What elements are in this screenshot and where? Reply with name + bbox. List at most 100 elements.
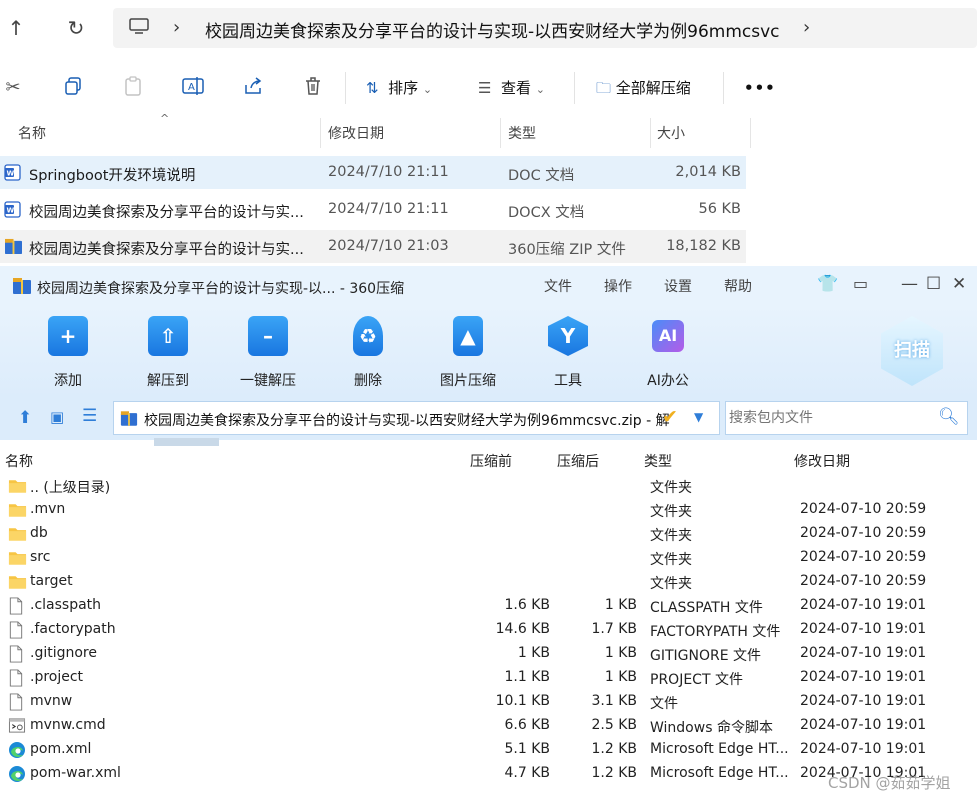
edge-icon [8, 741, 27, 758]
file-row[interactable]: 校园周边美食探索及分享平台的设计与实... 2024/7/10 21:03 360压… [0, 230, 746, 263]
archive-row[interactable]: .project 1.1 KB 1 KB PROJECT 文件 2024-07-10 1… [0, 666, 977, 690]
recycle-bin-icon: ♻ [353, 316, 383, 356]
address-area: ↑ ↻ › 校园周边美食探索及分享平台的设计与实现-以西安财经大学为例96mmc… [0, 0, 977, 56]
chevron-right-icon[interactable]: › [173, 17, 180, 38]
up-arrow-icon[interactable]: ↑ [2, 14, 30, 42]
toolbar: + 添加 ⇧ 解压到 – 一键解压 ♻ 删除 ▲ 图片压缩 Y 工具 AI AI办公 扫描 [0, 306, 977, 398]
archive-row[interactable]: mvnw.cmd 6.6 KB 2.5 KB Windows 命令脚本 2024-07-… [0, 714, 977, 738]
archive-row[interactable]: db 文件夹 2024-07-10 20:59 [0, 522, 977, 546]
column-type[interactable]: 类型 [508, 123, 536, 143]
entry-date: 2024-07-10 19:01 [800, 693, 927, 709]
rename-icon[interactable]: A [181, 76, 205, 100]
archive-path-box[interactable]: 校园周边美食探索及分享平台的设计与实现-以西安财经大学为例96mmcsvc.zi… [113, 401, 720, 435]
column-before[interactable]: 压缩前 [470, 451, 512, 471]
entry-size-after: 1 KB [604, 645, 637, 661]
menu-file[interactable]: 文件 [544, 276, 572, 296]
column-separator[interactable] [320, 118, 321, 148]
entry-name: pom.xml [30, 741, 92, 757]
skin-shirt-icon[interactable]: 👕 [817, 274, 838, 294]
column-modified[interactable]: 修改日期 [328, 123, 384, 143]
column-name[interactable]: 名称 [18, 123, 46, 143]
column-type[interactable]: 类型 [644, 451, 672, 471]
tools-icon: Y [548, 316, 588, 356]
archive-row[interactable]: src 文件夹 2024-07-10 20:59 [0, 546, 977, 570]
chevron-down-icon: ⌄ [422, 83, 433, 96]
one-click-extract-button[interactable]: – 一键解压 [233, 316, 303, 390]
column-size[interactable]: 大小 [657, 123, 685, 143]
refresh-icon[interactable]: ↻ [62, 14, 90, 42]
address-bar[interactable]: › 校园周边美食探索及分享平台的设计与实现-以西安财经大学为例96mmcsvc … [113, 8, 977, 48]
chevron-right-icon[interactable]: › [803, 17, 810, 38]
file-row[interactable]: W Springboot开发环境说明 2024/7/10 21:11 DOC 文档 2,… [0, 156, 746, 189]
archive-row[interactable]: target 文件夹 2024-07-10 20:59 [0, 570, 977, 594]
menu-help[interactable]: 帮助 [724, 276, 752, 296]
archive-row[interactable]: .mvn 文件夹 2024-07-10 20:59 [0, 498, 977, 522]
feedback-icon[interactable]: ▭ [853, 274, 868, 293]
archive-row[interactable]: pom.xml 5.1 KB 1.2 KB Microsoft Edge HT... 2… [0, 738, 977, 762]
entry-size-before: 4.7 KB [504, 765, 551, 781]
entry-name: .classpath [30, 597, 102, 613]
maximize-icon[interactable]: ☐ [926, 274, 941, 294]
file-size: 56 KB [698, 201, 741, 217]
divider [574, 72, 575, 104]
breadcrumb[interactable]: 校园周边美食探索及分享平台的设计与实现-以西安财经大学为例96mmcsvc [205, 17, 780, 42]
more-options-button[interactable]: ••• [744, 76, 776, 100]
entry-size-before: 10.1 KB [495, 693, 550, 709]
view-label: 查看 [501, 79, 532, 97]
up-arrow-icon[interactable]: ⬆ [18, 408, 32, 428]
svg-text:W: W [7, 207, 15, 215]
archive-row[interactable]: .. (上级目录) 文件夹 [0, 474, 977, 498]
one-click-extract-label: 一键解压 [240, 373, 296, 389]
entry-name: db [30, 525, 48, 541]
share-icon[interactable] [241, 76, 265, 100]
entry-size-after: 1.2 KB [591, 765, 638, 781]
horizontal-scrollbar-thumb[interactable] [154, 438, 219, 446]
file-date: 2024/7/10 21:11 [328, 201, 449, 217]
paste-icon[interactable] [121, 76, 145, 100]
entry-type: 文件夹 [650, 552, 692, 568]
archive-row[interactable]: .factorypath 14.6 KB 1.7 KB FACTORYPATH 文件 2… [0, 618, 977, 642]
menu-settings[interactable]: 设置 [664, 276, 692, 296]
ai-office-button[interactable]: AI AI办公 [633, 316, 703, 390]
minimize-icon[interactable]: — [901, 274, 918, 294]
search-icon[interactable]: 🔍︎ [938, 407, 960, 427]
menu-operation[interactable]: 操作 [604, 276, 632, 296]
entry-date: 2024-07-10 19:01 [800, 669, 927, 685]
column-date[interactable]: 修改日期 [794, 451, 850, 471]
window-title: 校园周边美食探索及分享平台的设计与实现-以... - 360压缩 [37, 281, 405, 297]
file-name: 校园周边美食探索及分享平台的设计与实... [29, 242, 304, 258]
column-separator[interactable] [750, 118, 751, 148]
column-name[interactable]: 名称 [5, 451, 33, 471]
delete-icon[interactable] [301, 76, 325, 100]
sort-label: 排序 [388, 79, 419, 97]
list-view-icon[interactable]: ☰ [82, 406, 97, 426]
view-button[interactable]: ☰ 查看 ⌄ [478, 76, 545, 100]
file-row[interactable]: W 校园周边美食探索及分享平台的设计与实... 2024/7/10 21:11 DOC… [0, 193, 746, 226]
copy-icon[interactable] [61, 76, 85, 100]
column-separator[interactable] [500, 118, 501, 148]
cut-icon[interactable]: ✂ [1, 76, 25, 100]
extract-all-button[interactable]: 🗀 全部解压缩 [596, 76, 691, 100]
folder-icon [8, 501, 27, 518]
entry-size-after: 1 KB [604, 669, 637, 685]
close-icon[interactable]: ✕ [952, 274, 966, 294]
image-compress-button[interactable]: ▲ 图片压缩 [433, 316, 503, 390]
archive-row[interactable]: .classpath 1.6 KB 1 KB CLASSPATH 文件 2024-07-… [0, 594, 977, 618]
column-separator[interactable] [650, 118, 651, 148]
sort-button[interactable]: ⇅ 排序 ⌄ [366, 76, 432, 100]
file-size: 2,014 KB [675, 164, 741, 180]
tools-button[interactable]: Y 工具 [533, 316, 603, 390]
extract-to-button[interactable]: ⇧ 解压到 [133, 316, 203, 390]
column-after[interactable]: 压缩后 [557, 451, 599, 471]
thumbnail-view-icon[interactable]: ▣ [50, 408, 64, 426]
search-input[interactable] [729, 408, 929, 428]
archive-row[interactable]: mvnw 10.1 KB 3.1 KB 文件 2024-07-10 19:01 [0, 690, 977, 714]
add-button[interactable]: + 添加 [33, 316, 103, 390]
scan-button[interactable]: 扫描 [881, 316, 943, 386]
delete-button[interactable]: ♻ 删除 [333, 316, 403, 390]
title-bar[interactable]: 校园周边美食探索及分享平台的设计与实现-以... - 360压缩 文件 操作 设… [0, 266, 977, 306]
archive-row[interactable]: .gitignore 1 KB 1 KB GITIGNORE 文件 2024-07-10… [0, 642, 977, 666]
dropdown-arrow-icon[interactable]: ▼ [694, 410, 703, 424]
folder-icon [8, 549, 27, 566]
file-size: 18,182 KB [666, 238, 741, 254]
